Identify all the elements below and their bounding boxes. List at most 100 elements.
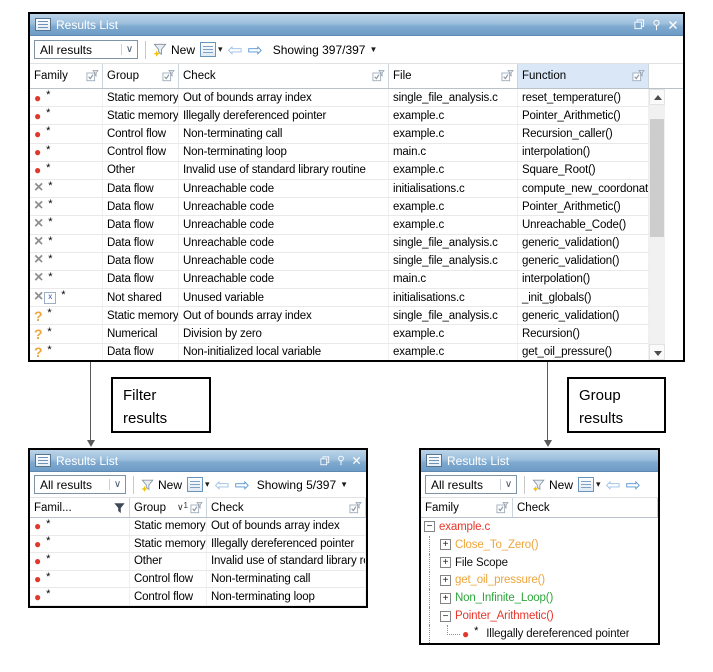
column-header[interactable]: Function <box>518 64 649 88</box>
column-header[interactable]: Family <box>421 498 513 517</box>
result-row[interactable]: * Data flow Unreachable code example.c U… <box>30 216 649 234</box>
close-icon[interactable] <box>352 456 361 465</box>
result-row[interactable]: * Data flow Unreachable code single_file… <box>30 253 649 271</box>
caret-down-icon: ▾ <box>218 44 223 55</box>
family-cell: * <box>30 144 103 161</box>
result-row[interactable]: * Control flow Non-terminating call <box>30 571 366 589</box>
tree-toggle-icon[interactable] <box>440 539 451 550</box>
column-filter-icon[interactable] <box>349 502 362 514</box>
next-result-button[interactable]: ⇨ <box>235 476 250 494</box>
column-filter-icon[interactable] <box>632 70 645 82</box>
tree-item[interactable]: Non_Infinite_Loop() <box>421 589 658 607</box>
results-table: * Static memory Out of bounds array inde… <box>30 518 366 606</box>
tree-item[interactable]: File Scope <box>421 554 658 572</box>
result-row[interactable]: * Control flow Non-terminating loop main… <box>30 144 649 162</box>
column-header[interactable]: Group <box>103 64 179 88</box>
tree-toggle-icon[interactable] <box>424 521 435 532</box>
window-titlebar[interactable]: Results List <box>421 450 658 472</box>
column-header[interactable]: Family <box>30 64 103 88</box>
previous-result-button[interactable]: ⇦ <box>215 476 230 494</box>
column-header[interactable]: File <box>389 64 518 88</box>
result-row[interactable]: * Other Invalid use of standard library … <box>30 162 649 180</box>
results-tree: example.c Close_To_Zero() File Scope <box>421 518 658 643</box>
result-row[interactable]: * Numerical Division by zero example.c R… <box>30 325 649 343</box>
tree-item[interactable]: Pointer_Arithmetic() <box>421 607 658 625</box>
tree-toggle-icon[interactable] <box>440 575 451 586</box>
results-filter-dropdown[interactable]: All results ∨ <box>34 475 126 494</box>
column-header[interactable]: Famil... <box>30 498 130 517</box>
float-window-icon[interactable] <box>320 456 330 466</box>
showing-count[interactable]: Showing 397/397 ▼ <box>273 43 378 57</box>
result-row[interactable]: * Not shared Unused variable initialisat… <box>30 289 649 307</box>
result-row[interactable]: * Control flow Non-terminating call exam… <box>30 125 649 143</box>
new-filter-button[interactable]: New <box>532 478 573 492</box>
result-row[interactable]: * Data flow Unreachable code single_file… <box>30 235 649 253</box>
new-result-star: * <box>47 327 51 338</box>
tree-toggle-icon[interactable] <box>440 557 451 568</box>
result-row[interactable]: * Static memory Out of bounds array inde… <box>30 518 366 536</box>
result-row[interactable]: * Data flow Non-initialized local variab… <box>30 344 649 362</box>
new-result-star: * <box>46 145 50 156</box>
column-filter-icon[interactable] <box>372 70 385 82</box>
previous-result-button[interactable]: ⇦ <box>228 41 243 59</box>
previous-result-button[interactable]: ⇦ <box>606 476 621 494</box>
column-header[interactable]: Check <box>207 498 366 517</box>
column-filter-icon[interactable] <box>190 502 203 514</box>
scrollbar-thumb[interactable] <box>650 119 664 237</box>
new-result-star: * <box>46 554 50 565</box>
function-cell: Recursion() <box>518 325 649 342</box>
new-filter-button[interactable]: New <box>153 42 195 57</box>
new-filter-button[interactable]: New <box>141 478 182 492</box>
scroll-down-button[interactable] <box>649 344 665 360</box>
result-row[interactable]: * Static memory Out of bounds array inde… <box>30 89 649 107</box>
result-row[interactable]: * Static memory Illegally dereferenced p… <box>30 536 366 554</box>
pin-icon[interactable] <box>337 455 345 466</box>
list-icon <box>200 42 216 57</box>
result-row[interactable]: * Other Invalid use of standard library … <box>30 553 366 571</box>
tree-item[interactable]: Close_To_Zero() <box>421 536 658 554</box>
layout-menu-button[interactable]: ▾ <box>200 42 223 57</box>
tree-item[interactable]: get_oil_pressure() <box>421 572 658 590</box>
column-filter-icon[interactable] <box>86 70 99 82</box>
results-filter-dropdown[interactable]: All results ∨ <box>425 475 517 494</box>
column-header[interactable]: Group ∨1 <box>130 498 207 517</box>
result-row[interactable]: * Static memory Illegally dereferenced p… <box>30 107 649 125</box>
pin-icon[interactable] <box>652 19 661 31</box>
layout-menu-button[interactable]: ▾ <box>578 477 601 492</box>
severity-icon <box>462 628 469 640</box>
result-row[interactable]: * Data flow Unreachable code example.c P… <box>30 198 649 216</box>
tree-toggle-icon[interactable] <box>440 593 451 604</box>
results-filter-dropdown[interactable]: All results ∨ <box>34 40 138 59</box>
showing-count[interactable]: Showing 5/397 ▼ <box>257 478 348 492</box>
column-filter-icon[interactable] <box>162 70 175 82</box>
tree-toggle-icon[interactable] <box>440 611 451 622</box>
next-result-button[interactable]: ⇨ <box>248 41 263 59</box>
check-cell: Invalid use of standard library routine <box>207 553 366 570</box>
toolbar-separator <box>524 476 525 494</box>
result-row[interactable]: * Static memory Out of bounds array inde… <box>30 307 649 325</box>
result-row[interactable]: * Data flow Unreachable code main.c inte… <box>30 271 649 289</box>
layout-menu-button[interactable]: ▾ <box>187 477 210 492</box>
results-list-icon <box>35 454 51 467</box>
vertical-scrollbar[interactable] <box>649 89 665 360</box>
result-row[interactable]: * Control flow Non-terminating loop <box>30 588 366 606</box>
result-row[interactable]: * Data flow Unreachable code initialisat… <box>30 180 649 198</box>
column-header-label: File <box>393 70 412 82</box>
column-header[interactable]: Check <box>179 64 389 88</box>
column-filter-icon[interactable] <box>496 502 509 514</box>
column-filter-icon[interactable] <box>501 70 514 82</box>
tree-item-label: Pointer_Arithmetic() <box>455 610 554 622</box>
severity-icon <box>34 271 43 287</box>
column-header[interactable]: Check <box>513 498 658 517</box>
window-titlebar[interactable]: Results List <box>30 14 683 36</box>
column-filter-icon[interactable] <box>113 502 126 514</box>
next-result-button[interactable]: ⇨ <box>626 476 641 494</box>
window-titlebar[interactable]: Results List <box>30 450 366 472</box>
scroll-up-button[interactable] <box>649 89 665 105</box>
group-cell: Data flow <box>103 253 179 270</box>
tree-item[interactable]: * Illegally dereferenced pointer <box>421 625 658 643</box>
column-header-label: Group <box>134 502 166 514</box>
tree-item[interactable]: example.c <box>421 518 658 536</box>
float-window-icon[interactable] <box>634 19 645 30</box>
close-icon[interactable] <box>668 20 678 30</box>
